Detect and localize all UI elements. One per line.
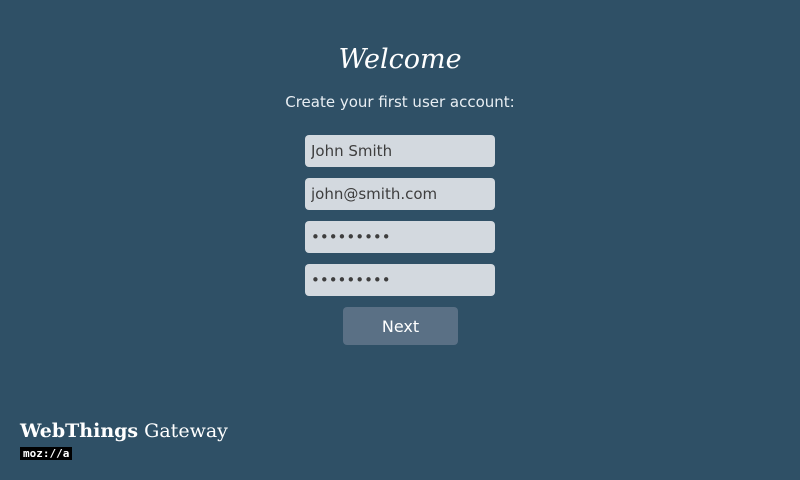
brand-rest: Gateway (138, 420, 228, 442)
page-subtitle: Create your first user account: (285, 93, 515, 111)
email-input[interactable] (305, 178, 495, 210)
webthings-logo: WebThings Gateway (20, 420, 228, 442)
page-title: Welcome (338, 44, 462, 75)
brand-strong: WebThings (20, 420, 139, 442)
confirm-password-input[interactable] (305, 264, 495, 296)
name-input[interactable] (305, 135, 495, 167)
password-input[interactable] (305, 221, 495, 253)
mozilla-logo: moz://a (20, 447, 73, 460)
next-button[interactable]: Next (343, 307, 458, 345)
